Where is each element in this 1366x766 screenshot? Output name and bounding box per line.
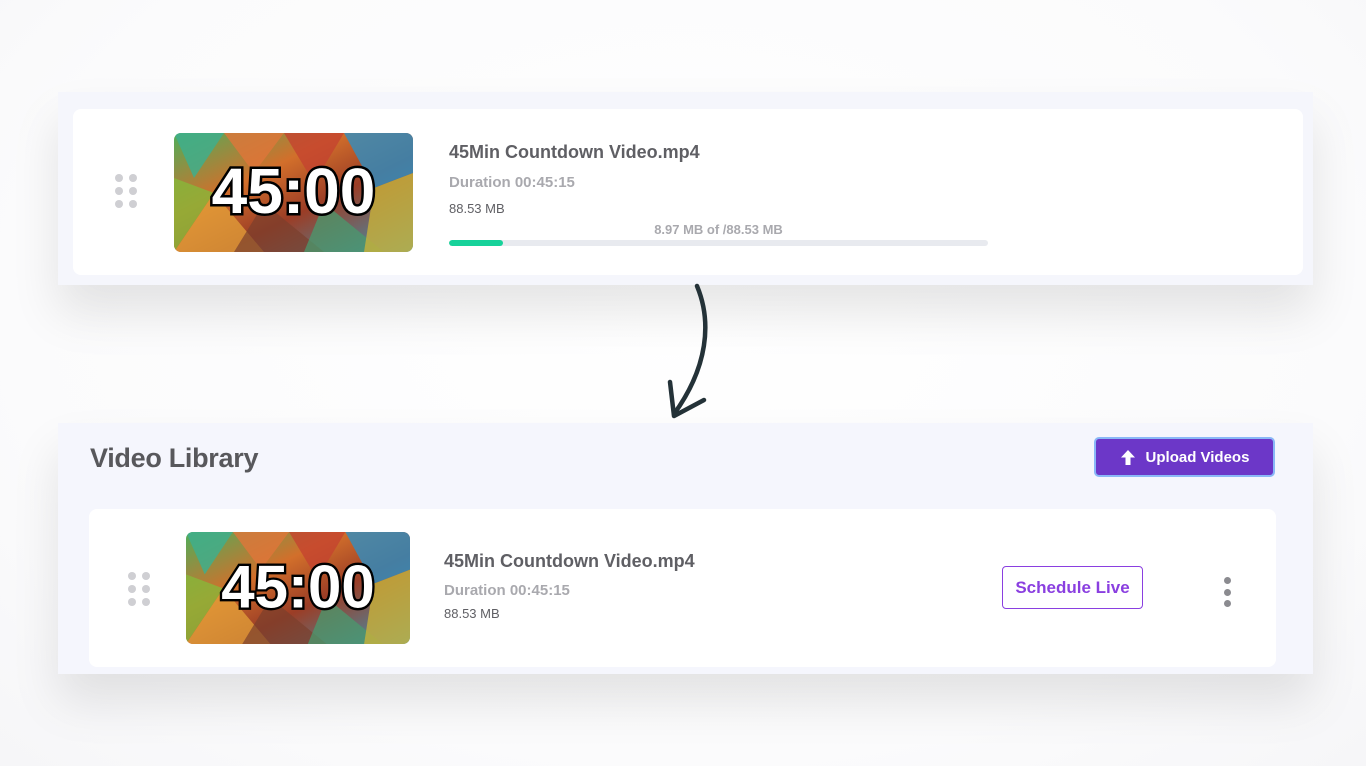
schedule-live-button[interactable]: Schedule Live xyxy=(1002,566,1143,609)
video-duration: Duration 00:45:15 xyxy=(444,582,570,599)
drag-handle-icon[interactable] xyxy=(128,572,150,606)
upload-progress-bar xyxy=(449,240,988,246)
video-file-name: 45Min Countdown Video.mp4 xyxy=(449,142,700,162)
thumbnail-image: 45:00 xyxy=(186,532,410,644)
curved-arrow-down-icon xyxy=(667,283,708,419)
upload-progress-text: 8.97 MB of /88.53 MB xyxy=(654,222,783,237)
thumbnail-time-text: 45:00 xyxy=(221,553,374,620)
video-size: 88.53 MB xyxy=(449,201,505,216)
video-size: 88.53 MB xyxy=(444,606,500,621)
uploading-video-card: 45:00 45Min Countdown Video.mp4 Duration… xyxy=(73,109,1303,275)
video-thumbnail: 45:00 xyxy=(174,133,413,252)
video-file-name: 45Min Countdown Video.mp4 xyxy=(444,551,695,571)
screenshot-stage: 45:00 45Min Countdown Video.mp4 Duration… xyxy=(0,0,1366,766)
page-title: Video Library xyxy=(90,443,259,473)
thumbnail-time-text: 45:00 xyxy=(212,155,376,227)
drag-handle-icon[interactable] xyxy=(115,174,137,208)
video-thumbnail: 45:00 xyxy=(186,532,410,644)
library-video-card: 45:00 45Min Countdown Video.mp4 Duration… xyxy=(89,509,1276,667)
thumbnail-image: 45:00 xyxy=(174,133,413,252)
video-duration: Duration 00:45:15 xyxy=(449,174,575,191)
arrow-up-icon xyxy=(1120,449,1135,465)
upload-videos-button[interactable]: Upload Videos xyxy=(1094,437,1275,477)
more-vertical-icon[interactable] xyxy=(1219,577,1235,607)
video-library-panel: Video Library Upload Videos 45:00 45Min … xyxy=(58,423,1313,674)
upload-progress-panel: 45:00 45Min Countdown Video.mp4 Duration… xyxy=(58,92,1313,285)
upload-progress-fill xyxy=(449,240,504,246)
upload-videos-label: Upload Videos xyxy=(1145,448,1250,466)
